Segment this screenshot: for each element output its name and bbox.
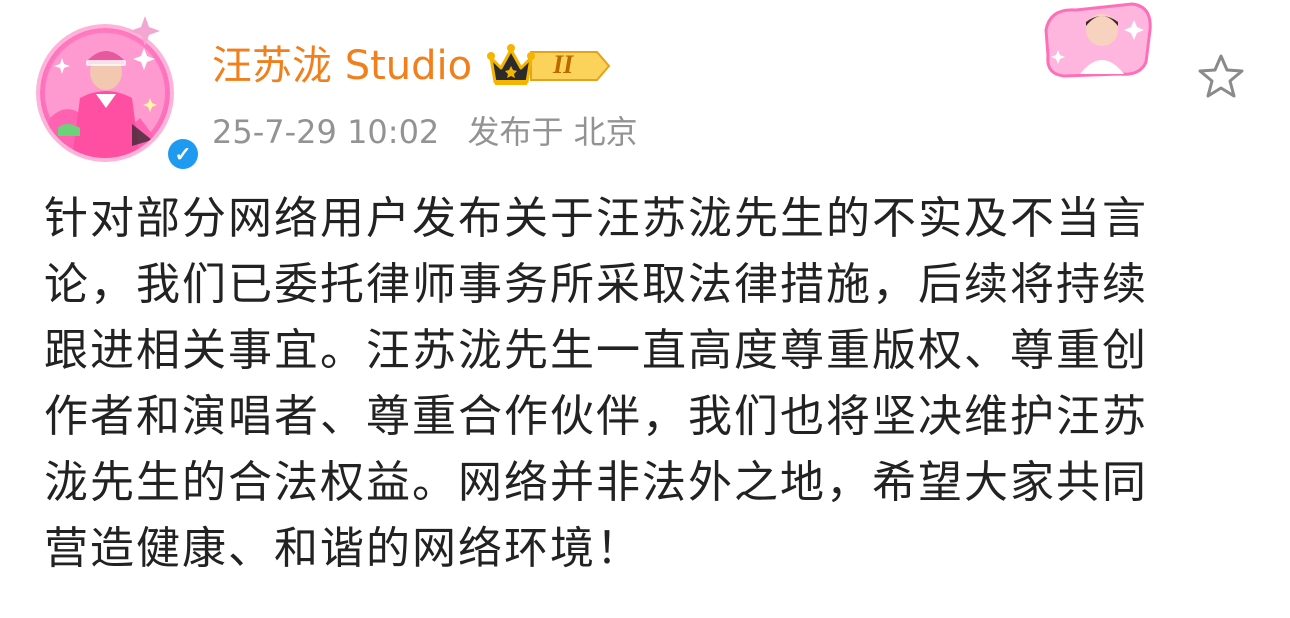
content-line: 营造健康、和谐的网络环境！ <box>44 523 642 574</box>
content-line: 作者和演唱者、尊重合作伙伴，我们也将坚决维护汪苏 <box>44 391 1148 442</box>
content-line: 论，我们已委托律师事务所采取法律措施，后续将持续 <box>44 259 1148 310</box>
star-outline-icon <box>1198 54 1244 98</box>
member-level-text: II <box>553 50 574 79</box>
sparkle-icon <box>130 16 160 46</box>
post-timestamp[interactable]: 25-7-29 10:02 <box>212 113 439 151</box>
favorite-button[interactable] <box>1196 52 1246 102</box>
avatar[interactable]: ✓ <box>36 16 201 172</box>
avatar-decoration <box>1040 0 1156 78</box>
author-name[interactable]: 汪苏泷 Studio <box>212 38 472 94</box>
member-level-badge[interactable]: II <box>487 42 611 90</box>
verified-badge: ✓ <box>165 136 201 172</box>
weibo-post: ✓ 汪苏泷 Studio II 25-7-29 10:02 发布于 北京 针对部… <box>0 0 1290 618</box>
post-location: 发布于 北京 <box>467 113 638 151</box>
content-line: 针对部分网络用户发布关于汪苏泷先生的不实及不当言 <box>44 193 1148 244</box>
content-line: 泷先生的合法权益。网络并非法外之地，希望大家共同 <box>44 457 1148 508</box>
content-line: 跟进相关事宜。汪苏泷先生一直高度尊重版权、尊重创 <box>44 325 1148 376</box>
post-content: 针对部分网络用户发布关于汪苏泷先生的不实及不当言 论，我们已委托律师事务所采取法… <box>44 186 1224 582</box>
avatar-image <box>40 28 170 158</box>
verified-v-icon: ✓ <box>168 139 198 169</box>
post-meta: 25-7-29 10:02 发布于 北京 <box>212 110 656 154</box>
